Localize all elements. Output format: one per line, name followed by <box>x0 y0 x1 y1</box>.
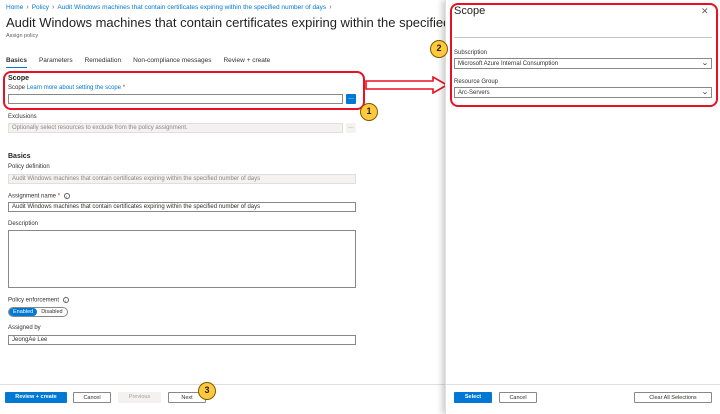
previous-button[interactable]: Previous <box>118 392 161 403</box>
scope-label-row: Scope Learn more about setting the scope… <box>8 85 125 91</box>
arrow-right-icon <box>365 76 449 94</box>
resource-group-value: Arc-Servers <box>458 89 490 96</box>
panel-cancel-button[interactable]: Cancel <box>499 392 537 403</box>
step-badge-2: 2 <box>430 40 448 58</box>
chevron-right-icon: › <box>26 4 29 11</box>
exclusions-browse-button[interactable]: ... <box>346 123 356 133</box>
required-marker: * <box>122 85 126 91</box>
policy-enforcement-toggle[interactable]: Enabled Disabled <box>8 307 68 317</box>
panel-footer-divider <box>446 384 720 385</box>
basics-heading: Basics <box>8 153 31 160</box>
step-badge-3: 3 <box>198 382 216 400</box>
tab-review-create[interactable]: Review + create <box>223 57 270 68</box>
review-create-button[interactable]: Review + create <box>5 392 67 403</box>
step-badge-1: 1 <box>360 103 378 121</box>
tab-parameters[interactable]: Parameters <box>39 57 73 68</box>
page-title: Audit Windows machines that contain cert… <box>6 15 446 30</box>
resource-group-dropdown[interactable]: Arc-Servers ⌄ <box>454 87 712 98</box>
chevron-down-icon: ⌄ <box>701 59 709 67</box>
scope-input[interactable] <box>8 94 343 104</box>
chevron-down-icon: ⌄ <box>701 88 709 96</box>
subscription-label: Subscription <box>454 50 488 56</box>
page-subtitle: Assign policy <box>6 33 39 39</box>
tab-bar: Basics Parameters Remediation Non-compli… <box>6 57 282 68</box>
subscription-dropdown[interactable]: Microsoft Azure Internal Consumption ⌄ <box>454 58 712 69</box>
breadcrumb-policy[interactable]: Policy <box>32 4 49 11</box>
breadcrumb: Home › Policy › Audit Windows machines t… <box>6 4 332 11</box>
description-label: Description <box>8 221 39 227</box>
scope-label: Scope <box>8 85 26 91</box>
description-textarea[interactable] <box>8 230 356 288</box>
info-icon[interactable]: i <box>62 297 69 303</box>
scope-heading: Scope <box>8 75 30 82</box>
resource-group-label: Resource Group <box>454 79 499 85</box>
panel-select-button[interactable]: Select <box>454 392 492 403</box>
exclusions-label: Exclusions <box>8 114 37 120</box>
scope-browse-button[interactable]: ... <box>346 94 356 104</box>
enforcement-enabled-option[interactable]: Enabled <box>9 308 38 316</box>
scope-learn-more-link[interactable]: Learn more about setting the scope <box>27 85 121 91</box>
clear-all-selections-button[interactable]: Clear All Selections <box>634 392 712 403</box>
scope-panel: Scope ✕ 2 Subscription Microsoft Azure I… <box>430 0 720 414</box>
tab-basics[interactable]: Basics <box>6 57 27 68</box>
info-icon[interactable]: i <box>63 193 70 199</box>
assignment-name-input[interactable]: Audit Windows machines that contain cert… <box>8 202 356 212</box>
assigned-by-input[interactable]: JeongAe Lee <box>8 335 356 345</box>
chevron-right-icon: › <box>52 4 55 11</box>
assignment-name-label: Assignment name <box>8 193 57 200</box>
enforcement-disabled-option[interactable]: Disabled <box>37 308 66 316</box>
chevron-right-icon: › <box>329 4 332 11</box>
exclusions-input[interactable]: Optionally select resources to exclude f… <box>8 123 343 133</box>
policy-enforcement-label-row: Policy enforcement i <box>8 297 69 304</box>
required-marker: * <box>57 193 61 200</box>
cancel-button[interactable]: Cancel <box>73 392 111 403</box>
breadcrumb-home[interactable]: Home <box>6 4 23 11</box>
policy-definition-label: Policy definition <box>8 164 50 170</box>
policy-definition-field: Audit Windows machines that contain cert… <box>8 174 356 184</box>
tab-remediation[interactable]: Remediation <box>85 57 122 68</box>
tab-non-compliance-messages[interactable]: Non-compliance messages <box>133 57 211 68</box>
assigned-by-label: Assigned by <box>8 325 41 331</box>
policy-enforcement-label: Policy enforcement <box>8 297 60 304</box>
breadcrumb-policy-definition[interactable]: Audit Windows machines that contain cert… <box>57 4 326 11</box>
assignment-name-label-row: Assignment name * i <box>8 193 70 200</box>
subscription-value: Microsoft Azure Internal Consumption <box>458 60 559 67</box>
